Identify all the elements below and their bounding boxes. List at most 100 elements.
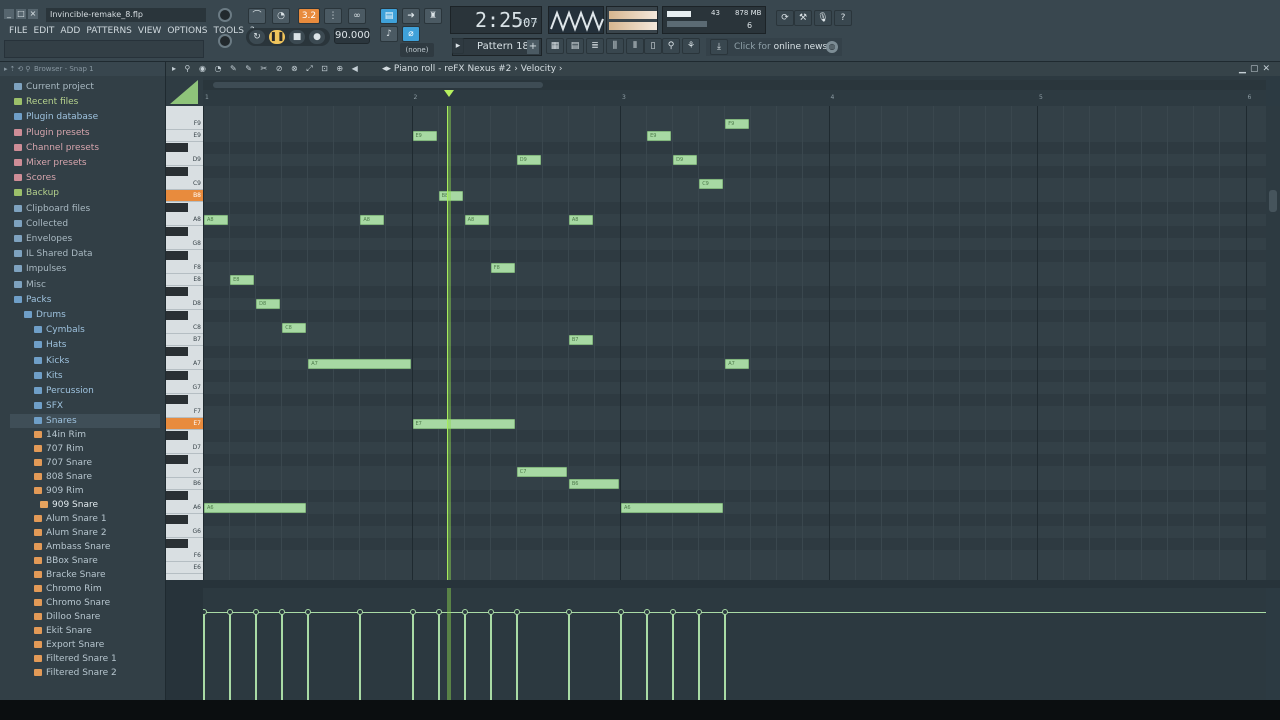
velocity-stem[interactable] (203, 614, 205, 700)
pause-button-icon[interactable]: ❚❚ (268, 29, 286, 45)
black-key[interactable] (166, 287, 188, 296)
compact-icon[interactable]: ⚒ (794, 10, 812, 26)
velocity-handle[interactable] (644, 609, 651, 615)
velocity-stem[interactable] (515, 614, 518, 700)
note[interactable]: E9 (647, 131, 672, 141)
time-display[interactable]: 2:2507 M:S:CS (450, 6, 542, 34)
browser-item[interactable]: Ambass Snare (34, 540, 110, 554)
browser-item[interactable]: Plugin database (14, 110, 98, 124)
menu-view[interactable]: VIEW (135, 24, 164, 38)
link-icon[interactable]: ⌀ (402, 26, 420, 42)
black-key[interactable] (166, 311, 188, 320)
horizontal-scroll-thumb[interactable] (213, 82, 543, 88)
mode-toggle-button[interactable]: 3.2 (298, 8, 320, 24)
velocity-stem[interactable] (620, 614, 622, 700)
black-key[interactable] (166, 515, 188, 524)
tempo-display[interactable]: 90.000 (334, 28, 370, 44)
velocity-handle[interactable] (203, 609, 207, 615)
mixer-faders-icon[interactable]: ⫴ (626, 38, 644, 54)
browser-item[interactable]: Packs (14, 293, 51, 307)
black-key[interactable] (166, 455, 188, 464)
black-key[interactable] (166, 203, 188, 212)
velocity-stem[interactable] (646, 614, 649, 700)
browser-item[interactable]: Percussion (34, 384, 94, 398)
help-icon[interactable]: ? (834, 10, 852, 26)
note[interactable]: C7 (516, 467, 567, 477)
note[interactable]: E9 (412, 131, 437, 141)
snap-icon[interactable]: ♪ (380, 26, 398, 42)
velocity-handle[interactable] (305, 609, 312, 615)
note[interactable]: E7 (412, 419, 515, 429)
velocity-stem[interactable] (724, 614, 727, 700)
browser-item[interactable]: Collected (14, 217, 68, 231)
note[interactable]: B7 (568, 335, 593, 345)
close-button[interactable]: × (28, 9, 38, 19)
note[interactable]: A8 (360, 215, 385, 225)
black-key[interactable] (166, 143, 188, 152)
piano-roll-icon[interactable]: ▤ (566, 38, 584, 54)
note[interactable]: D8 (256, 299, 281, 309)
browser-item[interactable]: Envelopes (14, 232, 72, 246)
black-key[interactable] (166, 491, 188, 500)
playhead[interactable] (446, 106, 451, 580)
menu-edit[interactable]: EDIT (31, 24, 58, 38)
velocity-stem[interactable] (698, 614, 701, 700)
black-key[interactable] (166, 347, 188, 356)
audio-icon[interactable]: ♜ (424, 8, 442, 24)
blend-notes-icon[interactable]: ⋮ (324, 8, 342, 24)
note[interactable]: A7 (308, 359, 411, 369)
menu-file[interactable]: FILE (6, 24, 31, 38)
note[interactable]: A6 (621, 503, 724, 513)
velocity-stem[interactable] (359, 614, 362, 700)
velocity-stem[interactable] (672, 614, 675, 700)
stop-button-icon[interactable]: ■ (288, 29, 306, 45)
note[interactable]: A7 (725, 359, 750, 369)
velocity-stem[interactable] (281, 614, 284, 700)
browser-item[interactable]: 707 Rim (34, 442, 84, 456)
browser-item[interactable]: 909 Rim (34, 484, 84, 498)
browser-item[interactable]: BBox Snare (34, 554, 98, 568)
browser-item[interactable]: Cymbals (34, 323, 85, 337)
browser-item[interactable]: SFX (34, 399, 63, 413)
browser-item[interactable]: Bracke Snare (34, 568, 106, 582)
note-grid[interactable]: A8 E8 D8 C8 A7 A8 A6 E9 B8 A8 F8 E7 D9 A8 B7 C7 B6 A6 E9 D9… (203, 106, 1266, 580)
velocity-stem[interactable] (437, 614, 440, 700)
note[interactable]: A8 (204, 215, 229, 225)
velocity-pane[interactable] (203, 588, 1266, 700)
master-volume-knob[interactable] (218, 8, 232, 22)
velocity-handle[interactable] (670, 609, 677, 615)
browser-item[interactable]: 808 Snare (34, 470, 92, 484)
browser-item[interactable]: Ekit Snare (34, 624, 92, 638)
online-news-button[interactable]: ⤓ Click for online news ◍ (706, 38, 842, 56)
browser-item[interactable]: Clipboard files (14, 202, 90, 216)
note[interactable]: A8 (568, 215, 593, 225)
browser-item[interactable]: Export Snare (34, 638, 104, 652)
velocity-handle[interactable] (722, 609, 729, 615)
velocity-handle[interactable] (696, 609, 703, 615)
piano-roll-target[interactable]: Velocity (521, 64, 556, 74)
menu-patterns[interactable]: PATTERNS (83, 24, 135, 38)
vertical-scroll-thumb[interactable] (1269, 190, 1277, 212)
timeline[interactable]: 1 2 3 4 5 6 (203, 76, 1266, 106)
piano-roll-window-controls[interactable]: ▁▢✕ (1239, 62, 1274, 76)
browser-item[interactable]: Plugin presets (14, 126, 90, 140)
playhead-marker-icon[interactable] (443, 90, 454, 97)
output-none-selector[interactable]: (none) (400, 43, 434, 57)
velocity-stem[interactable] (255, 614, 258, 700)
mixer-icon[interactable]: ⫼ (606, 38, 624, 54)
note[interactable]: F9 (725, 119, 750, 129)
browser-item[interactable]: Alum Snare 1 (34, 512, 107, 526)
velocity-handle[interactable] (279, 609, 286, 615)
velocity-handle[interactable] (357, 609, 364, 615)
bar-ruler[interactable]: 1 2 3 4 5 6 (203, 92, 1266, 106)
velocity-stem[interactable] (229, 614, 232, 700)
black-key[interactable] (166, 371, 188, 380)
browser-item[interactable]: 14in Rim (34, 428, 86, 442)
browser-item[interactable]: Filtered Snare 1 (34, 652, 117, 666)
metronome-icon[interactable]: ⌒ (248, 8, 266, 24)
browser-item[interactable]: Drums (24, 308, 66, 322)
browser-item[interactable]: Mixer presets (14, 156, 87, 170)
note[interactable]: A6 (204, 503, 307, 513)
note[interactable]: D9 (673, 155, 698, 165)
piano-keyboard[interactable]: F9 E9 D9 C9 B8 A8 G8 F8 E8 D8 C8 B7 A7 G7 F7 E7 D7 C7 B6 A6… (166, 106, 203, 580)
